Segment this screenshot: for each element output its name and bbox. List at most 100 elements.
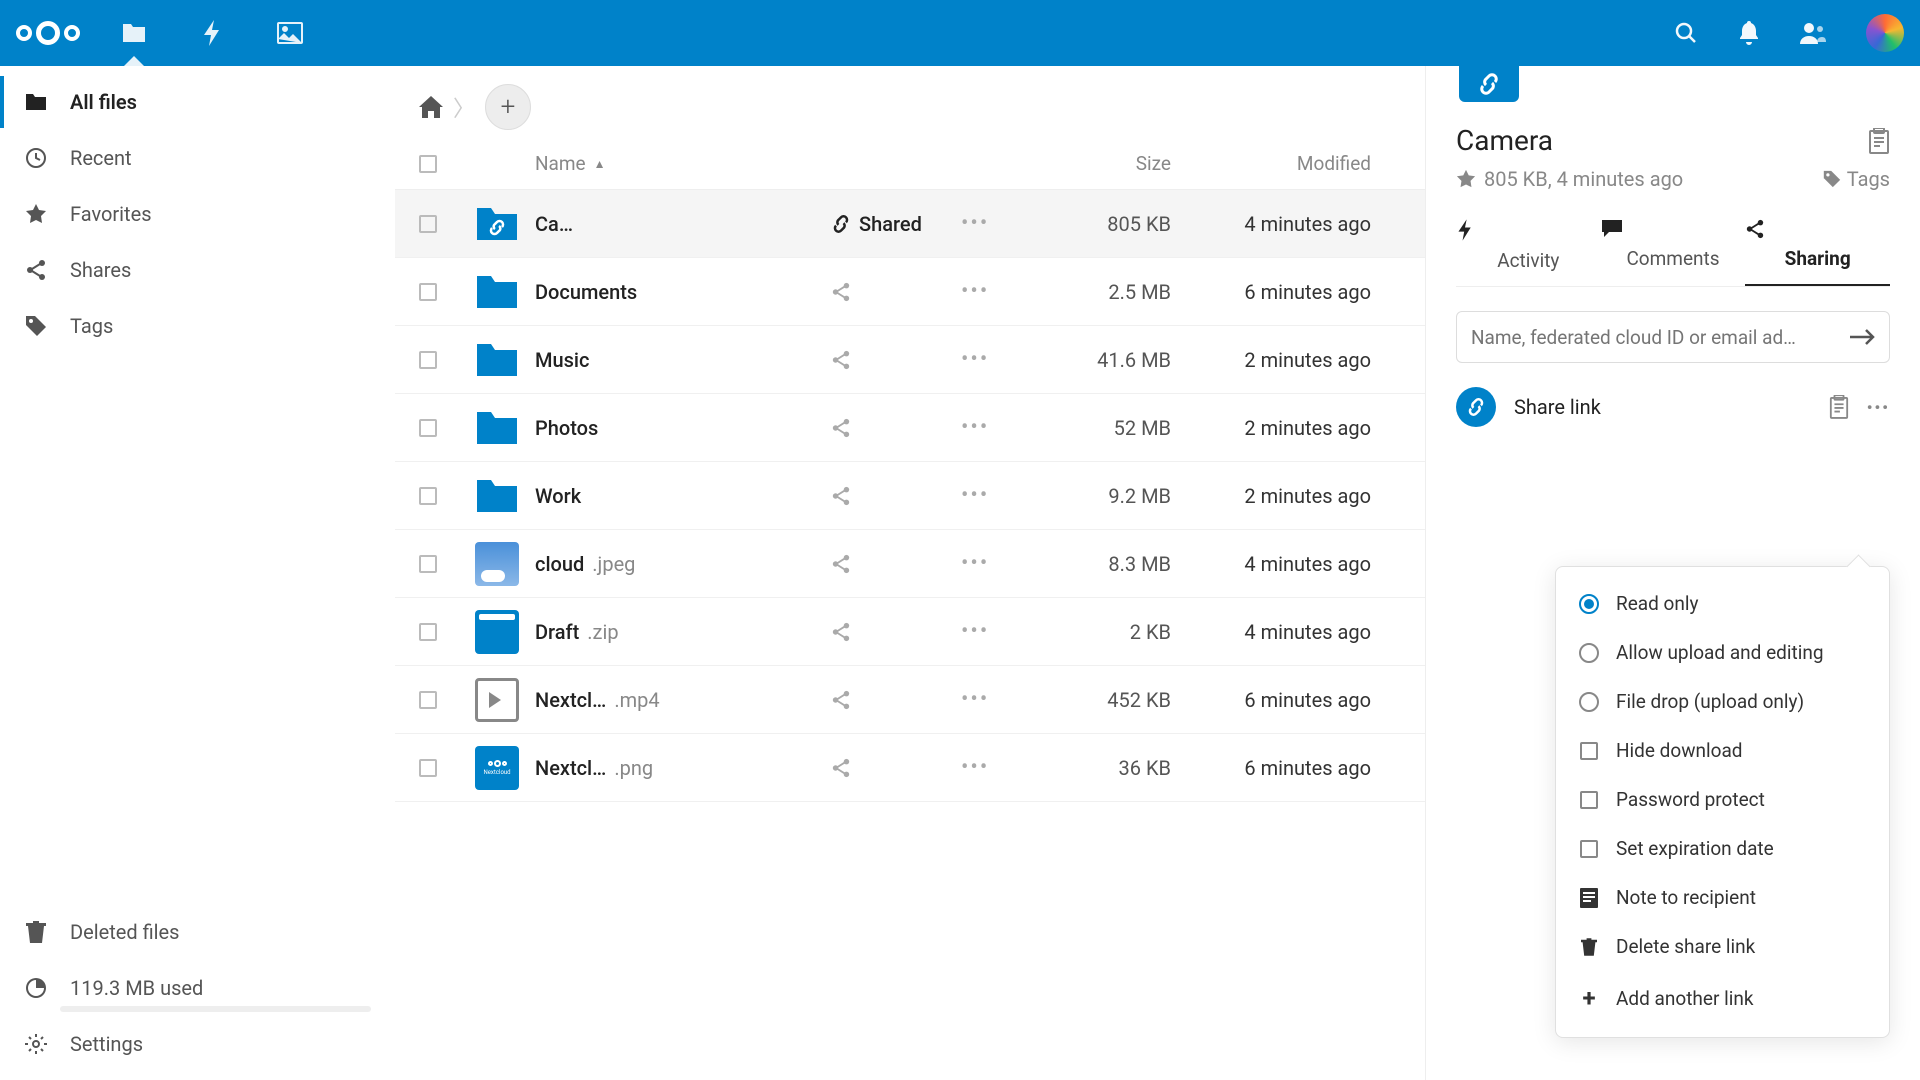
add-button[interactable]: + [485,84,531,130]
row-more[interactable]: ••• [961,755,1021,780]
option-note[interactable]: Note to recipient [1556,873,1889,922]
row-more[interactable]: ••• [961,211,1021,236]
row-share[interactable] [831,690,961,710]
table-row[interactable]: Nextcl….mp4 ••• 452 KB 6 minutes ago [395,666,1425,734]
clock-icon [24,147,48,169]
comments-icon [1601,219,1746,239]
table-row[interactable]: Music ••• 41.6 MB 2 minutes ago [395,326,1425,394]
radio-icon [1578,594,1600,614]
option-password[interactable]: Password protect [1556,775,1889,824]
clipboard-icon[interactable] [1829,395,1849,419]
row-more[interactable]: ••• [961,483,1021,508]
file-size: 36 KB [1021,756,1171,780]
row-checkbox[interactable] [419,759,437,777]
file-size: 805 KB [1021,212,1171,236]
checkbox-icon [1578,742,1600,760]
row-share[interactable] [831,282,961,302]
user-avatar[interactable] [1866,14,1904,52]
file-ext: .zip [587,620,618,644]
option-read-only[interactable]: Read only [1556,579,1889,628]
clipboard-icon[interactable] [1868,128,1890,154]
contacts-icon[interactable] [1800,22,1826,44]
file-icon [475,678,535,722]
column-name[interactable]: Name▲ [535,152,831,175]
sidebar-item-recent[interactable]: Recent [0,130,395,186]
notifications-icon[interactable] [1738,21,1760,45]
row-share[interactable] [831,554,961,574]
row-checkbox[interactable] [419,487,437,505]
home-icon[interactable] [419,96,443,118]
files-app-icon[interactable] [120,19,148,47]
activity-icon [1456,219,1601,241]
column-size[interactable]: Size [1021,152,1171,175]
row-checkbox[interactable] [419,555,437,573]
tab-comments[interactable]: Comments [1601,219,1746,286]
row-more[interactable]: ••• [961,347,1021,372]
table-row[interactable]: cloud.jpeg ••• 8.3 MB 4 minutes ago [395,530,1425,598]
sidebar-item-settings[interactable]: Settings [0,1016,395,1072]
sidebar-item-label: Favorites [70,202,152,226]
row-checkbox[interactable] [419,351,437,369]
option-delete[interactable]: Delete share link [1556,922,1889,971]
table-row[interactable]: Ca… Shared ••• 805 KB 4 minutes ago [395,190,1425,258]
row-share[interactable] [831,418,961,438]
option-allow-upload[interactable]: Allow upload and editing [1556,628,1889,677]
search-icon[interactable] [1674,21,1698,45]
file-modified: 4 minutes ago [1171,620,1401,644]
tab-activity[interactable]: Activity [1456,219,1601,286]
row-more[interactable]: ••• [961,279,1021,304]
column-modified[interactable]: Modified [1171,152,1401,175]
gallery-app-icon[interactable] [276,19,304,47]
table-row[interactable]: Photos ••• 52 MB 2 minutes ago [395,394,1425,462]
row-more[interactable]: ••• [961,619,1021,644]
activity-app-icon[interactable] [198,19,226,47]
file-size: 2 KB [1021,620,1171,644]
sidebar-item-shares[interactable]: Shares [0,242,395,298]
row-checkbox[interactable] [419,691,437,709]
table-row[interactable]: Documents ••• 2.5 MB 6 minutes ago [395,258,1425,326]
breadcrumb-separator: 〉 [453,91,475,123]
file-ext: .png [614,756,653,780]
select-all-checkbox[interactable] [419,155,437,173]
share-icon [831,418,851,438]
file-name: Photos [535,416,598,440]
row-more[interactable]: ••• [961,551,1021,576]
row-share[interactable] [831,758,961,778]
file-icon: Nextcloud [475,746,535,790]
tag-icon[interactable] [1823,170,1841,188]
option-hide-download[interactable]: Hide download [1556,726,1889,775]
arrow-right-icon[interactable] [1849,328,1875,346]
sidebar-item-all-files[interactable]: All files [0,74,395,130]
table-row[interactable]: Work ••• 9.2 MB 2 minutes ago [395,462,1425,530]
sidebar-item-favorites[interactable]: Favorites [0,186,395,242]
file-name: Music [535,348,589,372]
share-link-row: Share link ••• [1456,387,1890,427]
sidebar-quota[interactable]: 119.3 MB used [0,960,395,1004]
row-checkbox[interactable] [419,215,437,233]
star-icon[interactable] [1456,169,1476,189]
row-more[interactable]: ••• [961,415,1021,440]
option-add-link[interactable]: +Add another link [1556,971,1889,1025]
row-share[interactable] [831,350,961,370]
row-share[interactable] [831,622,961,642]
row-checkbox[interactable] [419,623,437,641]
option-expiration[interactable]: Set expiration date [1556,824,1889,873]
file-size: 41.6 MB [1021,348,1171,372]
file-list: 〉 + Name▲ Size Modified Ca… Shared ••• 8… [395,66,1425,1080]
sidebar-item-deleted[interactable]: Deleted files [0,904,395,960]
row-share[interactable] [831,486,961,506]
row-checkbox[interactable] [419,419,437,437]
table-row[interactable]: Nextcloud Nextcl….png ••• 36 KB 6 minute… [395,734,1425,802]
table-row[interactable]: Draft.zip ••• 2 KB 4 minutes ago [395,598,1425,666]
more-icon[interactable]: ••• [1867,398,1890,417]
row-checkbox[interactable] [419,283,437,301]
sidebar-item-label: All files [70,90,137,114]
logo[interactable] [16,21,80,45]
share-input[interactable] [1471,326,1849,349]
option-file-drop[interactable]: File drop (upload only) [1556,677,1889,726]
sidebar-item-tags[interactable]: Tags [0,298,395,354]
file-name: Nextcl… [535,688,606,712]
row-share[interactable]: Shared [831,212,961,236]
tab-sharing[interactable]: Sharing [1745,219,1890,286]
row-more[interactable]: ••• [961,687,1021,712]
